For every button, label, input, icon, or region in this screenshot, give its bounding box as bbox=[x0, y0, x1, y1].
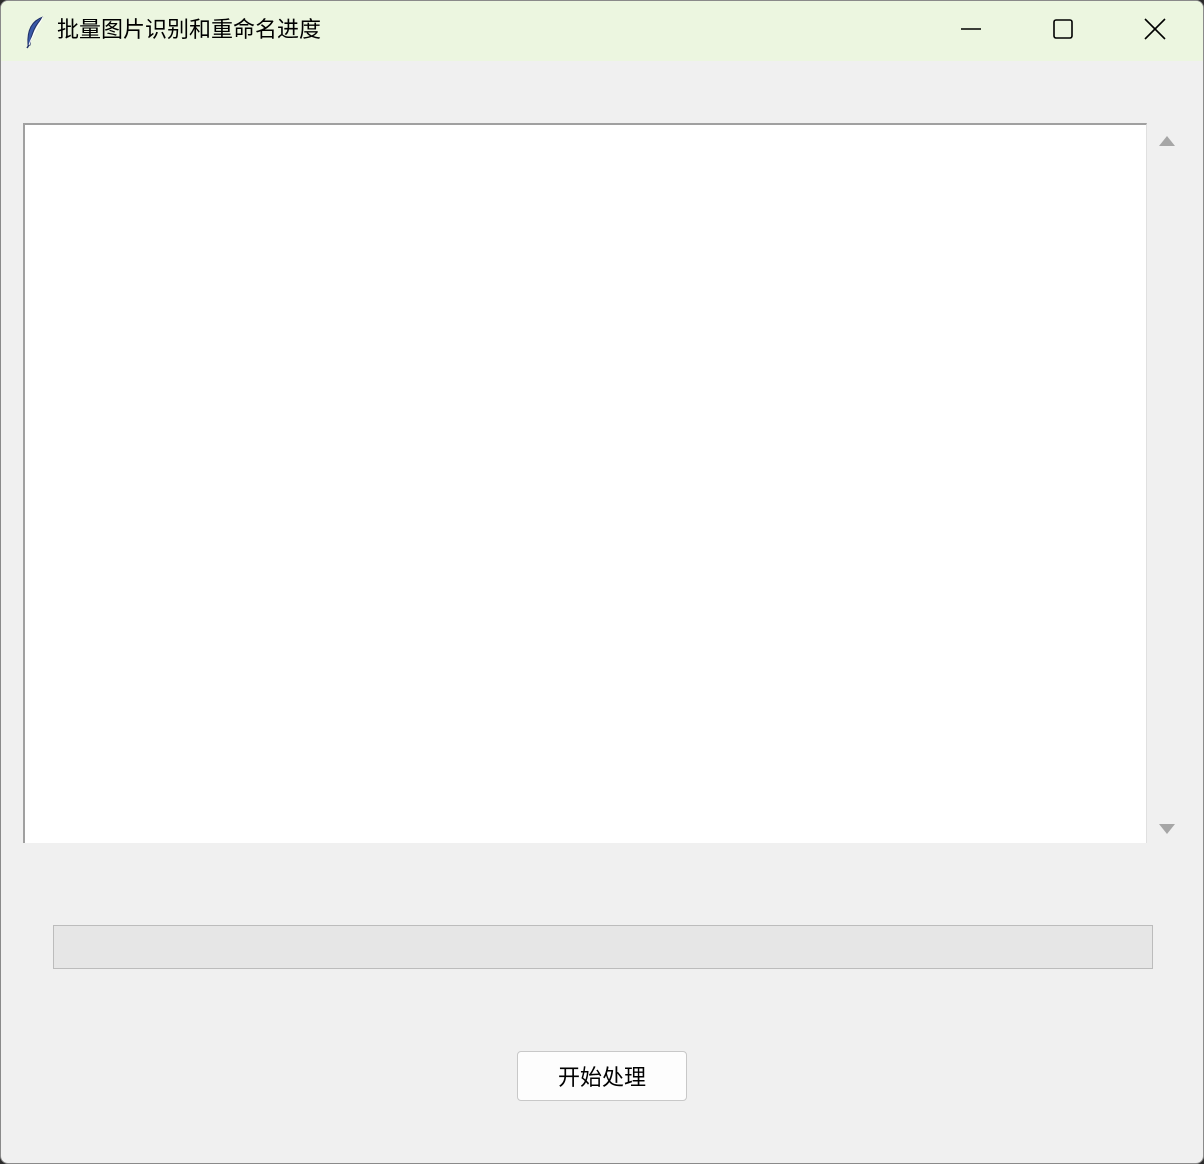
minimize-icon bbox=[960, 18, 982, 44]
progress-bar bbox=[53, 925, 1153, 969]
scroll-down-arrow-icon[interactable] bbox=[1157, 819, 1177, 839]
log-scrollbar[interactable] bbox=[1151, 123, 1183, 843]
title-bar[interactable]: 批量图片识别和重命名进度 bbox=[1, 1, 1203, 61]
app-window: 批量图片识别和重命名进度 开始处理 bbox=[0, 0, 1204, 1164]
maximize-button[interactable] bbox=[1017, 1, 1109, 61]
close-icon bbox=[1143, 17, 1167, 45]
close-button[interactable] bbox=[1109, 1, 1201, 61]
log-text-area[interactable] bbox=[23, 123, 1147, 843]
scroll-up-arrow-icon[interactable] bbox=[1157, 131, 1177, 151]
start-processing-button[interactable]: 开始处理 bbox=[517, 1051, 687, 1101]
feather-icon bbox=[21, 15, 49, 49]
minimize-button[interactable] bbox=[925, 1, 1017, 61]
maximize-icon bbox=[1052, 18, 1074, 44]
window-title: 批量图片识别和重命名进度 bbox=[57, 18, 322, 43]
